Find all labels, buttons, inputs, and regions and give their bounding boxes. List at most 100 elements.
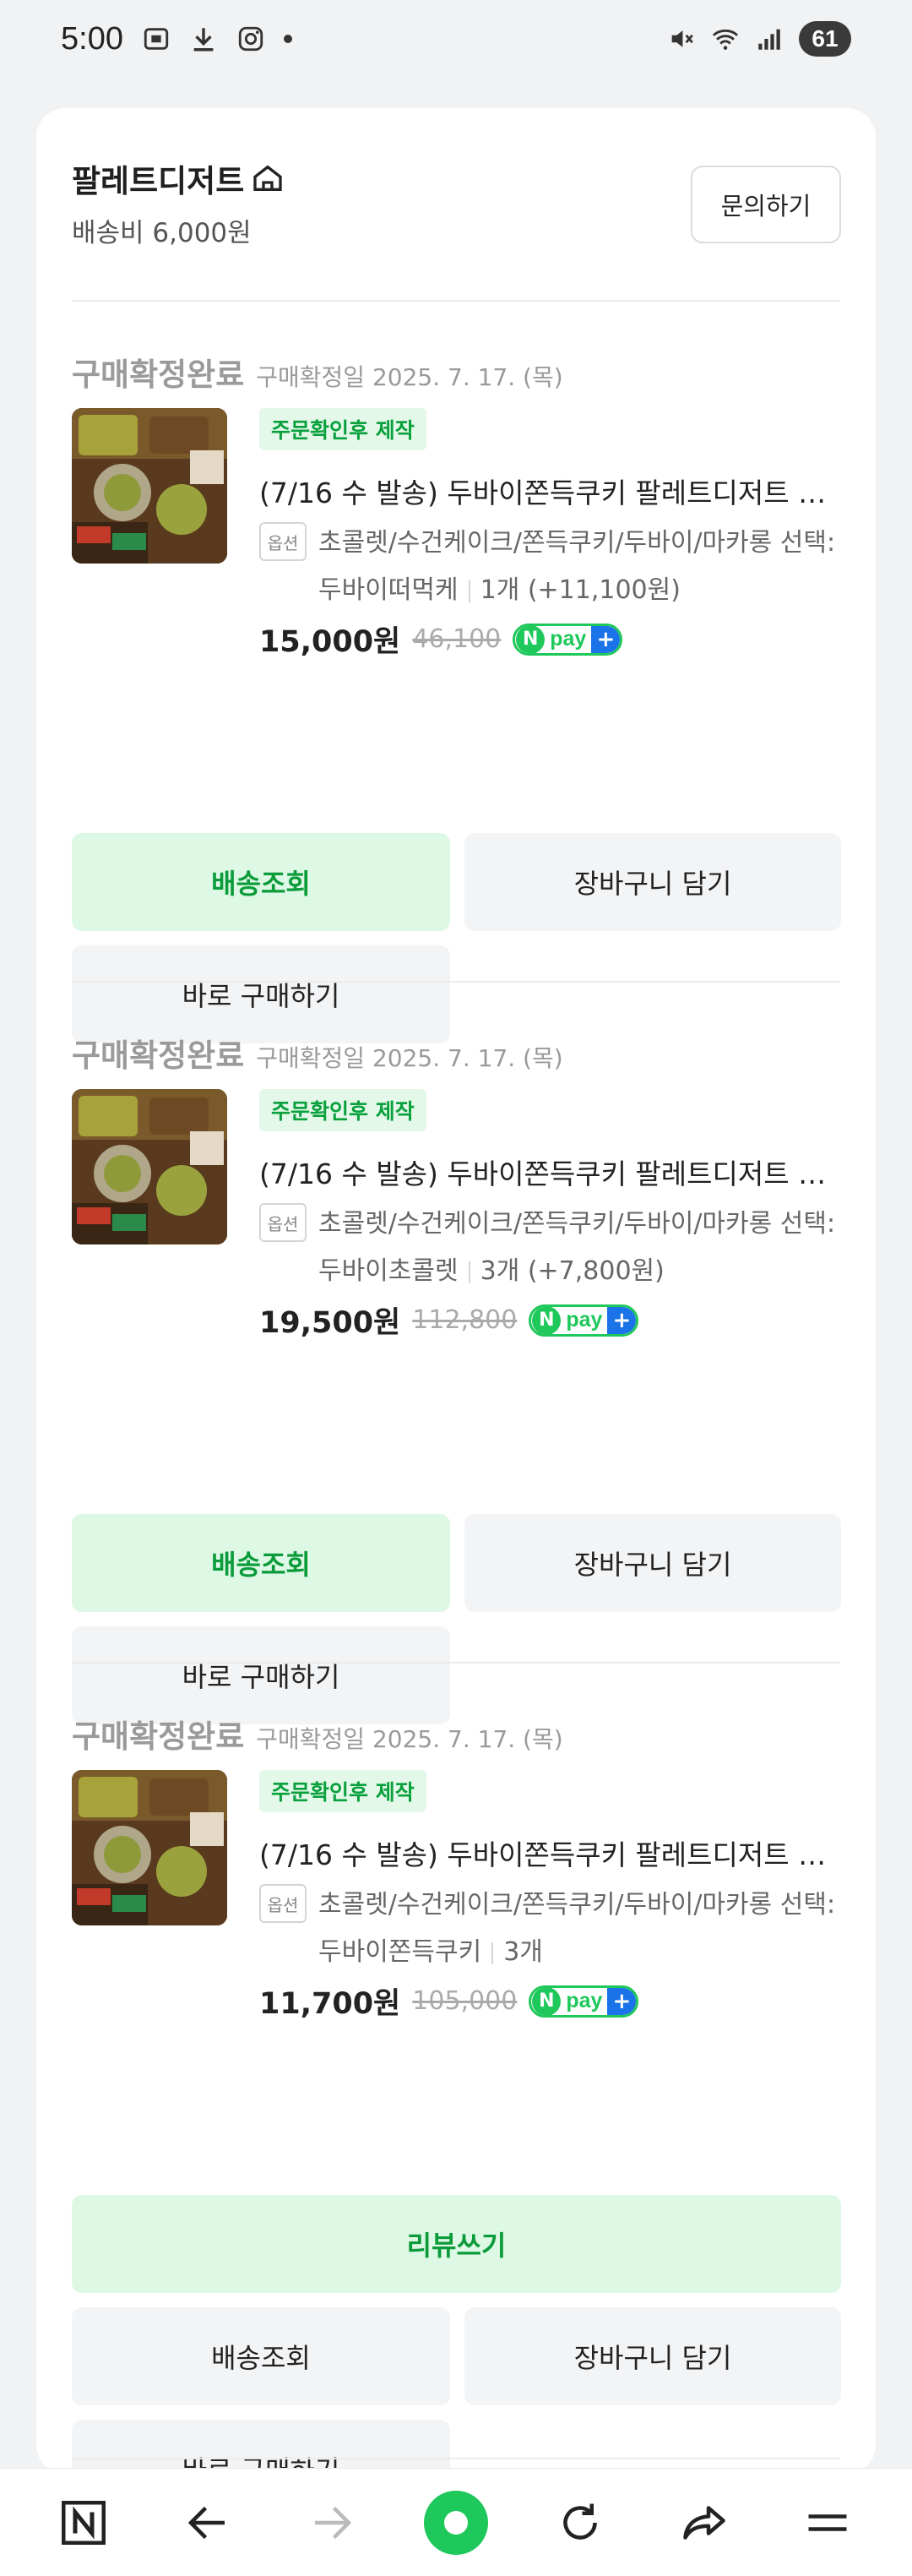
option-text: 초콜렛/수건케이크/쫀득쿠키/두바이/마카롱 선택: 두바이초콜렛 3개 (+7,… — [318, 1201, 842, 1295]
back-button[interactable] — [174, 2489, 242, 2557]
shipping-fee: 배송비 6,000원 — [72, 218, 252, 248]
separator — [468, 580, 470, 602]
battery-indicator: 61 — [799, 21, 851, 57]
arrow-right-icon — [315, 2506, 352, 2539]
status-bar-left: 5:00 — [61, 21, 292, 57]
product-thumbnail[interactable] — [72, 1089, 227, 1244]
original-price: 46,100 — [412, 624, 502, 654]
option-detail: 두바이초콜렛 3개 (+7,800원) — [318, 1248, 842, 1295]
option-quantity: 3개 — [503, 1937, 543, 1967]
mute-icon — [671, 30, 693, 47]
order-status-line: 구매확정완료 구매확정일 2025. 7. 17. (목) — [72, 1030, 563, 1076]
option-category: 초콜렛/수건케이크/쫀득쿠키/두바이/마카롱 선택: — [318, 528, 836, 558]
npay-label: pay — [550, 627, 587, 651]
store-home-icon — [253, 165, 282, 191]
buy-again-button[interactable]: 바로 구매하기 — [72, 945, 450, 1043]
npay-plus-badge: Npay + — [529, 1304, 639, 1337]
menu-button[interactable] — [794, 2489, 861, 2557]
order-confirm-date: 구매확정일 2025. 7. 17. (목) — [256, 1725, 563, 1753]
screenshot-icon — [144, 28, 169, 50]
paid-price: 11,700원 — [259, 1987, 401, 2021]
option-tag: 옵션 — [259, 1884, 307, 1923]
price-row: 15,000원 46,100 Npay + — [259, 618, 623, 661]
track-delivery-button[interactable]: 배송조회 — [72, 1514, 450, 1612]
order-status-line: 구매확정완료 구매확정일 2025. 7. 17. (목) — [72, 1711, 563, 1756]
option-quantity: 3개 (+7,800원) — [480, 1256, 665, 1286]
forward-button[interactable] — [298, 2489, 366, 2557]
order-status: 구매확정완료 — [72, 357, 245, 393]
product-title[interactable]: (7/16 수 발송) 두바이쫀득쿠키 팔레트디저트 2… — [259, 1152, 842, 1192]
product-thumbnail[interactable] — [72, 1770, 227, 1925]
npay-plus-icon: + — [591, 625, 621, 653]
option-name: 두바이초콜렛 — [318, 1256, 459, 1286]
share-button[interactable] — [670, 2489, 738, 2557]
buy-again-button[interactable]: 바로 구매하기 — [72, 1626, 450, 1724]
product-title[interactable]: (7/16 수 발송) 두바이쫀득쿠키 팔레트디저트 2… — [259, 471, 842, 511]
npay-plus-badge: Npay + — [513, 623, 623, 656]
made-to-order-badge: 주문확인후 제작 — [259, 408, 426, 450]
made-to-order-badge: 주문확인후 제작 — [259, 1770, 426, 1812]
option-name: 두바이쫀득쿠키 — [318, 1937, 482, 1967]
order-confirm-date: 구매확정일 2025. 7. 17. (목) — [256, 1044, 563, 1072]
npay-n-icon: N — [532, 1987, 562, 2015]
seller-order-card: 팔레트디저트 배송비 6,000원 문의하기 구매확정완료 구매확정일 2025… — [36, 108, 876, 2518]
npay-n-icon: N — [516, 625, 546, 653]
order-status: 구매확정완료 — [72, 1037, 245, 1074]
separator — [468, 1261, 470, 1283]
dessert-image-icon — [72, 1770, 227, 1925]
price-row: 11,700원 105,000 Npay + — [259, 1980, 639, 2023]
share-icon — [682, 2505, 725, 2540]
bottom-navigation-bar — [0, 2468, 912, 2576]
refresh-button[interactable] — [546, 2489, 614, 2557]
wifi-icon — [712, 29, 739, 50]
signal-icon — [758, 29, 780, 50]
option-quantity: 1개 (+11,100원) — [480, 575, 681, 605]
add-to-cart-button[interactable]: 장바구니 담기 — [464, 833, 841, 931]
product-thumbnail[interactable] — [72, 408, 227, 564]
made-to-order-badge: 주문확인후 제작 — [259, 1089, 426, 1131]
option-detail: 두바이쫀득쿠키 3개 — [318, 1929, 842, 1976]
track-delivery-button[interactable]: 배송조회 — [72, 2307, 450, 2405]
option-category: 초콜렛/수건케이크/쫀득쿠키/두바이/마카롱 선택: — [318, 1209, 836, 1239]
npay-label: pay — [566, 1308, 603, 1332]
npay-plus-badge: Npay + — [529, 1985, 639, 2018]
npay-n-icon: N — [532, 1306, 562, 1334]
instagram-icon — [238, 26, 263, 52]
status-time: 5:00 — [61, 20, 123, 57]
divider — [72, 300, 840, 302]
arrow-left-icon — [188, 2506, 225, 2539]
option-tag: 옵션 — [259, 522, 307, 561]
option-text: 초콜렛/수건케이크/쫀득쿠키/두바이/마카롱 선택: 두바이떠먹케 1개 (+11… — [318, 520, 842, 614]
inquiry-button[interactable]: 문의하기 — [691, 166, 841, 243]
green-dot-icon — [423, 2490, 488, 2555]
naver-home-button[interactable] — [50, 2489, 117, 2557]
refresh-icon — [563, 2503, 597, 2540]
seller-name: 팔레트디저트 — [72, 163, 245, 199]
status-bar: 5:00 61 — [0, 0, 912, 78]
option-name: 두바이떠먹케 — [318, 575, 459, 605]
npay-label: pay — [566, 1989, 603, 2012]
notification-dot-icon — [283, 35, 292, 43]
paid-price: 19,500원 — [259, 1306, 401, 1340]
add-to-cart-button[interactable]: 장바구니 담기 — [464, 2307, 841, 2405]
seller-header[interactable]: 팔레트디저트 — [72, 155, 285, 201]
option-category: 초콜렛/수건케이크/쫀득쿠키/두바이/마카롱 선택: — [318, 1890, 836, 1920]
hamburger-menu-icon — [808, 2513, 847, 2531]
npay-plus-icon: + — [607, 1306, 637, 1334]
paid-price: 15,000원 — [259, 625, 401, 659]
original-price: 105,000 — [412, 1986, 518, 2016]
add-to-cart-button[interactable]: 장바구니 담기 — [464, 1514, 841, 1612]
green-dot-button[interactable] — [422, 2489, 490, 2557]
order-status-line: 구매확정완료 구매확정일 2025. 7. 17. (목) — [72, 349, 563, 395]
write-review-button[interactable]: 리뷰쓰기 — [72, 2195, 841, 2293]
divider — [72, 1662, 840, 1664]
option-text: 초콜렛/수건케이크/쫀득쿠키/두바이/마카롱 선택: 두바이쫀득쿠키 3개 — [318, 1882, 842, 1976]
product-title[interactable]: (7/16 수 발송) 두바이쫀득쿠키 팔레트디저트 2… — [259, 1833, 842, 1873]
option-tag: 옵션 — [259, 1203, 307, 1242]
order-status: 구매확정완료 — [72, 1718, 245, 1755]
order-confirm-date: 구매확정일 2025. 7. 17. (목) — [256, 363, 563, 391]
download-icon — [193, 28, 214, 52]
option-detail: 두바이떠먹케 1개 (+11,100원) — [318, 567, 842, 614]
original-price: 112,800 — [412, 1305, 518, 1335]
track-delivery-button[interactable]: 배송조회 — [72, 833, 450, 931]
